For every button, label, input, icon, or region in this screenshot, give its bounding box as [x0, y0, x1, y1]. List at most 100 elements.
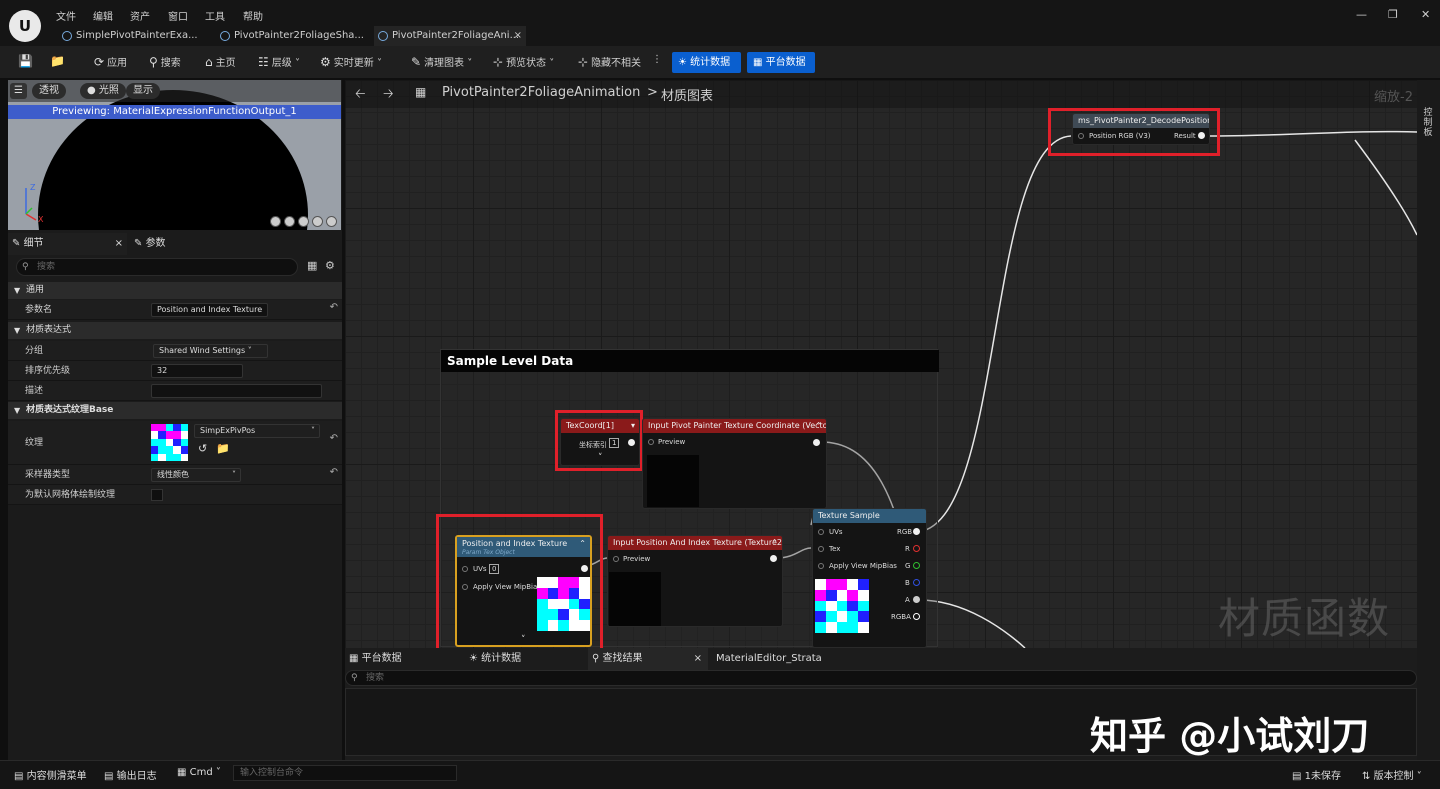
row-label: 为默认网格体绘制纹理: [25, 490, 116, 500]
search-icon: ⚲: [22, 262, 29, 272]
use-selected-arrow-icon[interactable]: ↺: [198, 442, 207, 455]
node-texture-sample[interactable]: Texture Sample UVs Tex Apply View MipBia…: [812, 508, 927, 648]
output-pin[interactable]: [913, 579, 920, 586]
section-general[interactable]: ▼ 通用: [8, 282, 342, 299]
menu-edit[interactable]: 编辑: [93, 8, 113, 23]
menu-window[interactable]: 窗口: [168, 8, 188, 23]
menu-file[interactable]: 文件: [56, 8, 76, 23]
breadcrumb-asset[interactable]: PivotPainter2FoliageAnimation: [442, 85, 640, 100]
preview-plane-icon[interactable]: [298, 216, 309, 227]
save-icon[interactable]: 💾: [18, 54, 36, 68]
more-options-icon[interactable]: ⋮: [652, 54, 662, 65]
forward-arrow-icon[interactable]: 🡢: [383, 85, 394, 107]
lit-button[interactable]: ● 光照: [80, 83, 126, 99]
maximize-icon[interactable]: ❐: [1388, 8, 1398, 21]
settings-gear-icon[interactable]: ⚙: [325, 259, 335, 272]
tab-material-editor-strata[interactable]: MaterialEditor_Strata: [716, 648, 822, 670]
reset-arrow-icon[interactable]: ↶: [330, 433, 338, 444]
browse-folder-icon[interactable]: 📁: [216, 442, 230, 455]
output-pin[interactable]: [770, 555, 777, 562]
source-control-button[interactable]: ⇅ 版本控制 ˅: [1362, 767, 1422, 782]
cmd-dropdown[interactable]: ▦ Cmd ˅: [177, 767, 221, 778]
description-input[interactable]: [151, 384, 322, 398]
breadcrumb-page[interactable]: 材质图表: [661, 85, 713, 104]
default-mesh-checkbox[interactable]: [151, 489, 163, 501]
reset-arrow-icon[interactable]: ↶: [330, 302, 338, 313]
search-button[interactable]: ⚲ 搜索: [149, 54, 181, 69]
tab-params-label: 参数: [145, 238, 166, 249]
reset-arrow-icon[interactable]: ↶: [330, 467, 338, 478]
platform-stats-button[interactable]: ▦ 平台数据: [747, 52, 815, 73]
section-texture-base[interactable]: ▼ 材质表达式纹理Base: [8, 402, 342, 419]
palette-tab-label[interactable]: 控制板: [1421, 108, 1435, 138]
table-view-icon[interactable]: ▦: [307, 259, 317, 272]
tab-platform-stats[interactable]: ▦ 平台数据: [349, 648, 402, 670]
output-pin[interactable]: [913, 545, 920, 552]
find-results-search-input[interactable]: ⚲ 搜索: [345, 670, 1417, 686]
preview-cylinder-icon[interactable]: [284, 216, 295, 227]
perspective-button[interactable]: 透视: [32, 83, 66, 99]
menu-help[interactable]: 帮助: [243, 8, 263, 23]
tab-close-icon[interactable]: ×: [514, 26, 522, 46]
comment-title[interactable]: Sample Level Data: [441, 350, 939, 372]
input-pin[interactable]: [648, 439, 654, 445]
hide-unrelated-button[interactable]: ⊹ 隐藏不相关: [578, 54, 641, 69]
content-drawer-button[interactable]: ▤ 内容侧滑菜单: [14, 767, 87, 782]
texture-thumbnail[interactable]: [151, 424, 188, 461]
preview-cube-icon[interactable]: [312, 216, 323, 227]
close-icon[interactable]: ×: [115, 233, 123, 255]
platform-icon: ▦: [753, 57, 766, 68]
material-graph[interactable]: 🡠 🡢 ▦ PivotPainter2FoliageAnimation > 材质…: [345, 80, 1417, 648]
input-pin[interactable]: [818, 563, 824, 569]
preview-state-button[interactable]: ⊹ 预览状态 ˅: [493, 54, 554, 69]
close-window-icon[interactable]: ✕: [1421, 8, 1430, 21]
minimize-icon[interactable]: —: [1356, 8, 1367, 21]
stats-button[interactable]: ☀ 统计数据: [672, 52, 741, 73]
tab-details[interactable]: ✎ 细节 ×: [8, 233, 127, 255]
preview-mesh-icon[interactable]: [326, 216, 337, 227]
output-pin[interactable]: [913, 596, 920, 603]
viewport-menu-icon[interactable]: ☰: [10, 83, 27, 99]
console-command-input[interactable]: 输入控制台命令: [233, 765, 457, 781]
tab-find-results[interactable]: ⚲ 查找结果 ×: [588, 648, 708, 670]
tab-pivot-painter-foliage-shader[interactable]: PivotPainter2FoliageSha...: [216, 26, 371, 46]
unreal-logo[interactable]: U: [9, 10, 41, 42]
output-pin[interactable]: [913, 562, 920, 569]
live-update-button[interactable]: ⚙ 实时更新 ˅: [320, 54, 382, 69]
menu-asset[interactable]: 资产: [130, 8, 150, 23]
apply-button[interactable]: ⟳ 应用: [94, 54, 127, 69]
section-expression[interactable]: ▼ 材质表达式: [8, 322, 342, 339]
node-input-texture-coordinate[interactable]: Input Pivot Painter Texture Coordinate (…: [642, 418, 827, 509]
input-pin[interactable]: [818, 529, 824, 535]
preview-banner: Previewing: MaterialExpressionFunctionOu…: [8, 105, 341, 119]
hierarchy-button[interactable]: ☷ 层级 ˅: [258, 54, 300, 69]
palette-strip[interactable]: 控制板: [1417, 80, 1440, 760]
tab-pivot-painter-foliage-animation[interactable]: PivotPainter2FoliageAni... ×: [374, 26, 526, 46]
output-pin[interactable]: [913, 613, 920, 620]
tab-params[interactable]: ✎ 参数: [130, 233, 166, 255]
close-icon[interactable]: ×: [694, 648, 702, 670]
input-pin[interactable]: [818, 546, 824, 552]
texture-asset-dropdown[interactable]: SimpExPivPos ˅: [194, 424, 320, 438]
browse-icon[interactable]: 📁: [50, 54, 68, 68]
details-search-input[interactable]: ⚲ 搜索: [16, 258, 298, 276]
tab-simple-pivot-painter[interactable]: SimplePivotPainterExa...: [58, 26, 213, 46]
home-button[interactable]: ⌂ 主页: [205, 54, 236, 69]
output-log-button[interactable]: ▤ 输出日志: [104, 767, 157, 782]
show-button[interactable]: 显示: [126, 83, 160, 99]
clean-graph-button[interactable]: ✎ 清理图表 ˅: [411, 54, 472, 69]
preview-sphere-icon[interactable]: [270, 216, 281, 227]
output-pin[interactable]: [913, 528, 920, 535]
sampler-type-dropdown[interactable]: 线性颜色 ˅: [151, 468, 241, 482]
sort-priority-input[interactable]: 32: [151, 364, 243, 378]
unsaved-button[interactable]: ▤ 1未保存: [1292, 767, 1341, 782]
menu-tools[interactable]: 工具: [205, 8, 225, 23]
param-name-input[interactable]: Position and Index Texture: [151, 303, 268, 317]
tab-stats[interactable]: ☀ 统计数据: [469, 648, 521, 670]
input-pin[interactable]: [613, 556, 619, 562]
group-dropdown[interactable]: Shared Wind Settings ˅: [153, 344, 268, 358]
preview-viewport[interactable]: ☰ 透视 ● 光照 显示 Previewing: MaterialExpress…: [8, 80, 341, 230]
output-pin[interactable]: [813, 439, 820, 446]
back-arrow-icon[interactable]: 🡠: [355, 85, 366, 107]
node-input-position-texture[interactable]: Input Position And Index Texture (Textur…: [607, 535, 783, 627]
